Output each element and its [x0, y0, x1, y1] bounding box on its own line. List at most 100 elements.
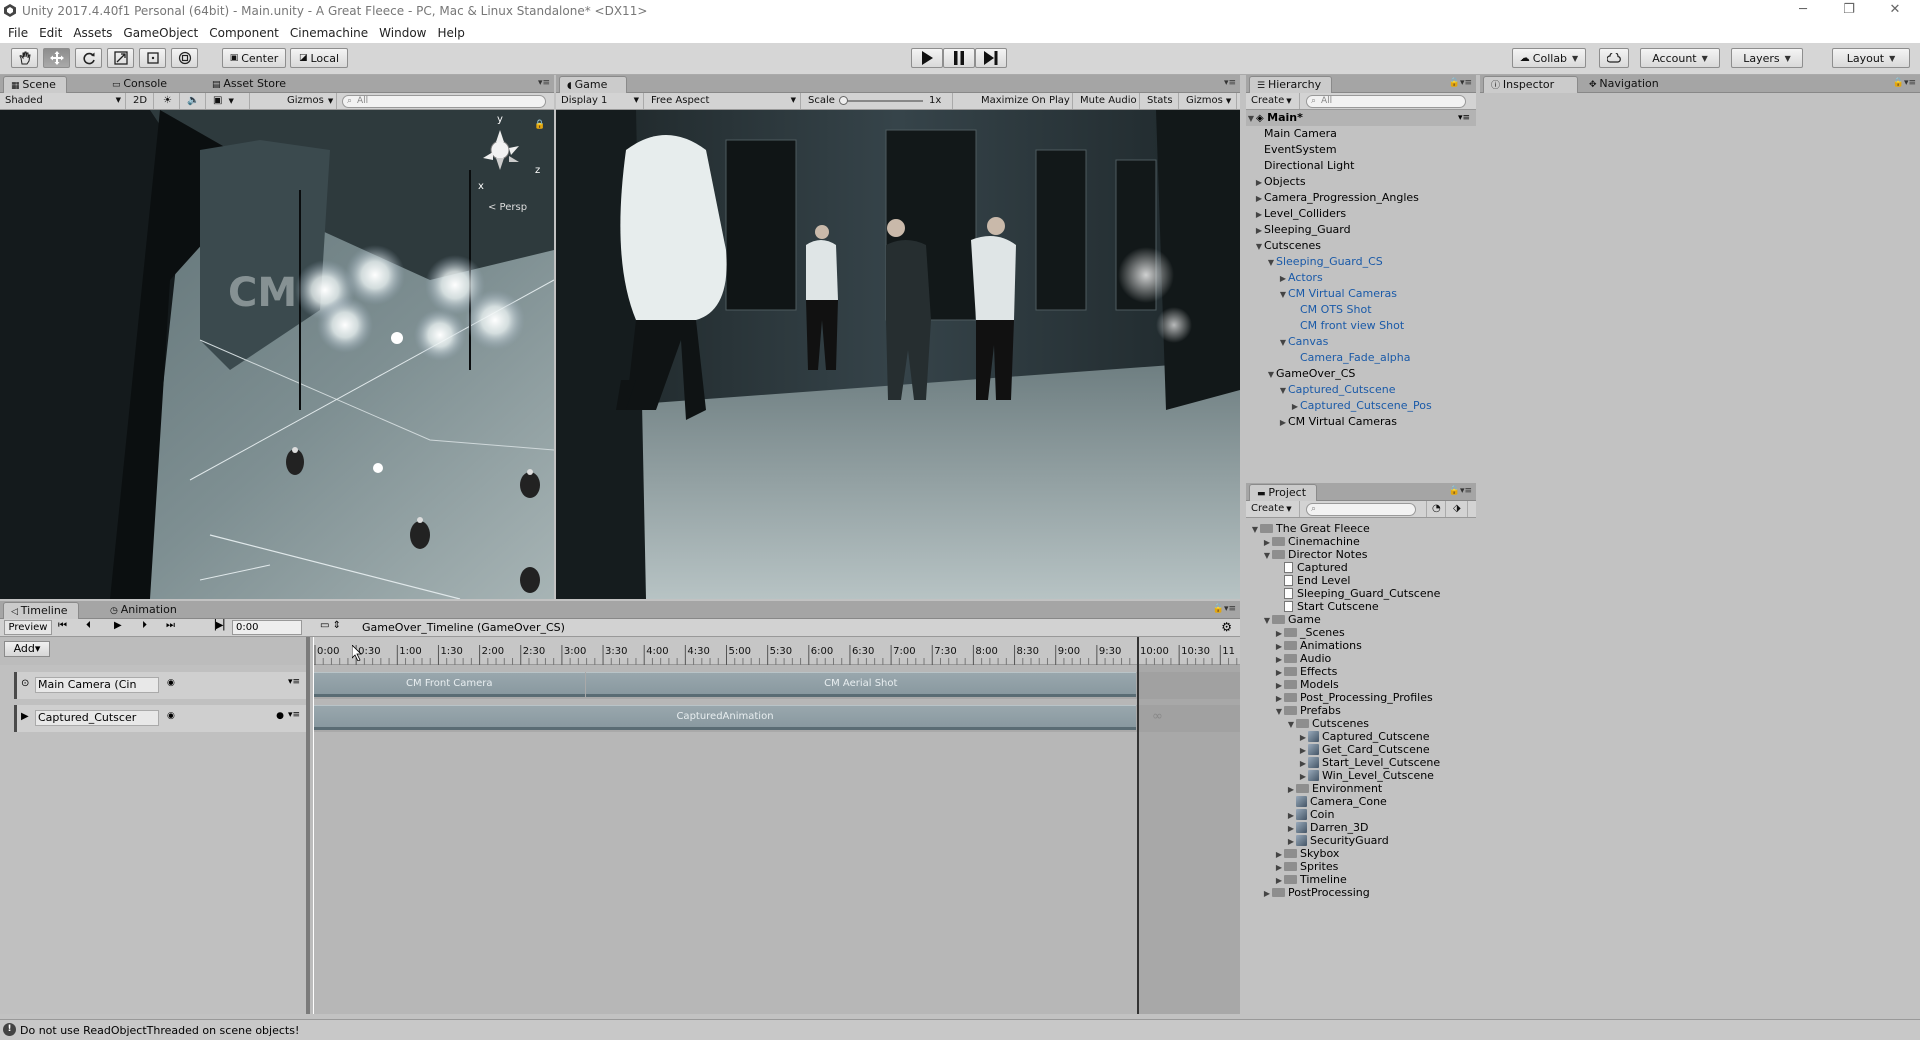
timeline-clip[interactable]: CM Front Camera — [314, 672, 585, 697]
menu-file[interactable]: File — [8, 26, 28, 40]
project-item[interactable]: ▶ _Scenes — [1274, 626, 1345, 639]
project-item[interactable]: ▶ Captured_Cutscene — [1298, 730, 1430, 743]
project-item[interactable]: ▶ Timeline — [1274, 873, 1347, 886]
track-header-captured[interactable]: ▶ Captured_Cutscer ◉ ● ▾≡ — [14, 705, 306, 732]
hierarchy-item[interactable]: ▼ GameOver_CS — [1266, 366, 1355, 382]
panel-splitter[interactable] — [306, 637, 310, 1014]
project-item[interactable]: ▶ PostProcessing — [1262, 886, 1370, 899]
project-item[interactable]: ▶ Coin — [1286, 808, 1335, 821]
2d-toggle[interactable]: 2D — [128, 93, 154, 109]
lock-toggle-icon[interactable]: ▭ ⇕ — [320, 620, 341, 631]
expand-arrow-icon[interactable]: ▼ — [1286, 718, 1296, 731]
next-frame-icon[interactable]: ⏵ — [142, 620, 147, 631]
project-item[interactable]: ▶ SecurityGuard — [1286, 834, 1389, 847]
clip-area[interactable]: CM Front Camera CM Aerial Shot CapturedAni… — [313, 637, 1240, 1014]
panel-menu-icon[interactable]: ▾≡ — [538, 78, 550, 88]
tab-animation[interactable]: ◷ Animation — [103, 602, 187, 619]
expand-arrow-icon[interactable]: ▼ — [1254, 239, 1264, 255]
add-track-button[interactable]: Add▾ — [4, 641, 50, 657]
play-timeline-icon[interactable]: ▶ — [114, 620, 122, 631]
status-bar[interactable]: ! Do not use ReadObjectThreaded on scene… — [0, 1019, 1920, 1040]
expand-arrow-icon[interactable]: ▼ — [1246, 111, 1256, 127]
project-item[interactable]: ▶ Sprites — [1274, 860, 1338, 873]
tab-console[interactable]: ▭ Console — [105, 76, 177, 93]
expand-arrow-icon[interactable]: ▼ — [1250, 523, 1260, 536]
layout-dropdown[interactable]: Layout ▼ — [1832, 48, 1910, 68]
project-item[interactable]: Captured — [1274, 561, 1348, 574]
transform-tool-button[interactable] — [171, 48, 198, 68]
project-item[interactable]: ▶ Get_Card_Cutscene — [1298, 743, 1430, 756]
timeline-end-marker[interactable] — [1137, 637, 1139, 1014]
move-tool-button[interactable] — [43, 48, 70, 68]
project-item[interactable]: Sleeping_Guard_Cutscene — [1274, 587, 1440, 600]
expand-arrow-icon[interactable]: ▼ — [1278, 383, 1288, 399]
expand-arrow-icon[interactable]: ▼ — [1266, 255, 1276, 271]
scale-tool-button[interactable] — [107, 48, 134, 68]
project-item[interactable]: End Level — [1274, 574, 1350, 587]
project-item[interactable]: ▶ Win_Level_Cutscene — [1298, 769, 1434, 782]
expand-arrow-icon[interactable]: ▼ — [1274, 705, 1284, 718]
panel-menu-icon[interactable]: 🔒▾≡ — [1893, 78, 1916, 88]
target-icon[interactable]: ◉ — [167, 711, 175, 721]
hierarchy-item[interactable]: Main Camera — [1254, 126, 1337, 142]
track-menu-icon[interactable]: ▾≡ — [288, 710, 300, 720]
project-item[interactable]: ▶ Audio — [1274, 652, 1331, 665]
filter-by-label-button[interactable]: ⬗ — [1448, 501, 1468, 517]
shading-mode-dropdown[interactable]: Shaded ▼ — [0, 93, 126, 109]
account-dropdown[interactable]: Account ▼ — [1640, 48, 1720, 68]
pause-button[interactable] — [943, 48, 975, 68]
expand-arrow-icon[interactable]: ▼ — [1278, 335, 1288, 351]
project-item[interactable]: ▶ Darren_3D — [1286, 821, 1369, 834]
scale-slider-thumb[interactable] — [839, 96, 849, 105]
hierarchy-item[interactable]: ▼ Captured_Cutscene — [1278, 382, 1396, 399]
hierarchy-item[interactable]: ▼ Cutscenes — [1254, 238, 1321, 254]
hand-tool-button[interactable] — [11, 48, 38, 68]
layers-dropdown[interactable]: Layers ▼ — [1731, 48, 1803, 68]
expand-arrow-icon[interactable]: ▶ — [1290, 399, 1300, 415]
cloud-services-button[interactable] — [1599, 48, 1629, 68]
close-button[interactable]: ✕ — [1872, 0, 1918, 22]
current-time-field[interactable]: 0:00 — [232, 620, 302, 635]
panel-menu-icon[interactable]: 🔒▾≡ — [1449, 486, 1472, 496]
panel-menu-icon[interactable]: ▾≡ — [1224, 78, 1236, 88]
tab-scene[interactable]: ▦ Scene — [3, 76, 67, 93]
hierarchy-item[interactable]: EventSystem — [1254, 142, 1337, 158]
previous-frame-icon[interactable]: ⏴ — [86, 620, 91, 631]
loop-icon[interactable]: ▕▶▏ — [208, 620, 231, 631]
hierarchy-item[interactable]: CM OTS Shot — [1290, 302, 1372, 318]
expand-arrow-icon[interactable]: ▶ — [1254, 207, 1264, 223]
hierarchy-item[interactable]: Directional Light — [1254, 158, 1354, 174]
mute-audio-toggle[interactable]: Mute Audio — [1075, 93, 1140, 109]
track-binding-field[interactable]: Main Camera (Cin — [35, 677, 159, 693]
expand-arrow-icon[interactable]: ▶ — [1278, 415, 1288, 431]
menu-help[interactable]: Help — [438, 26, 465, 40]
project-item[interactable]: ▶ Post_Processing_Profiles — [1274, 691, 1433, 704]
hierarchy-create-dropdown[interactable]: Create ▼ — [1246, 93, 1300, 109]
project-create-dropdown[interactable]: Create ▼ — [1246, 501, 1300, 517]
go-to-start-icon[interactable]: ⏮ — [58, 620, 67, 631]
minimize-button[interactable]: ─ — [1780, 0, 1826, 22]
scene-search-input[interactable]: ⌕ All — [342, 95, 546, 108]
audio-toggle[interactable]: 🔈 — [182, 93, 206, 109]
project-item[interactable]: ▶ Cinemachine — [1262, 535, 1360, 548]
panel-menu-icon[interactable]: 🔒▾≡ — [1213, 604, 1236, 614]
expand-arrow-icon[interactable]: ▶ — [1262, 887, 1272, 900]
tab-hierarchy[interactable]: ☰ Hierarchy — [1249, 76, 1333, 93]
hierarchy-search-input[interactable]: ⌕ All — [1306, 95, 1466, 108]
game-gizmos-dropdown[interactable]: Gizmos ▼ — [1181, 93, 1237, 109]
project-item[interactable]: ▶ Start_Level_Cutscene — [1298, 756, 1440, 769]
hierarchy-item[interactable]: ▶ Camera_Progression_Angles — [1254, 190, 1419, 206]
project-item[interactable]: Camera_Cone — [1286, 795, 1387, 808]
tab-timeline[interactable]: ◁ Timeline — [3, 602, 79, 619]
timeline-clip[interactable]: CapturedAnimation — [314, 705, 1136, 730]
preview-toggle[interactable]: Preview — [4, 620, 52, 635]
hierarchy-item[interactable]: ▶ Objects — [1254, 174, 1306, 190]
panel-menu-icon[interactable]: 🔒▾≡ — [1449, 78, 1472, 88]
project-item[interactable]: ▶ Animations — [1274, 639, 1362, 652]
hierarchy-item[interactable]: ▼ Canvas — [1278, 334, 1328, 350]
expand-track-icon[interactable]: ▶ — [21, 711, 29, 722]
expand-arrow-icon[interactable]: ▶ — [1254, 175, 1264, 191]
record-icon[interactable]: ● — [276, 711, 284, 721]
tab-navigation[interactable]: ✥ Navigation — [1582, 76, 1669, 93]
expand-arrow-icon[interactable]: ▼ — [1262, 549, 1272, 562]
